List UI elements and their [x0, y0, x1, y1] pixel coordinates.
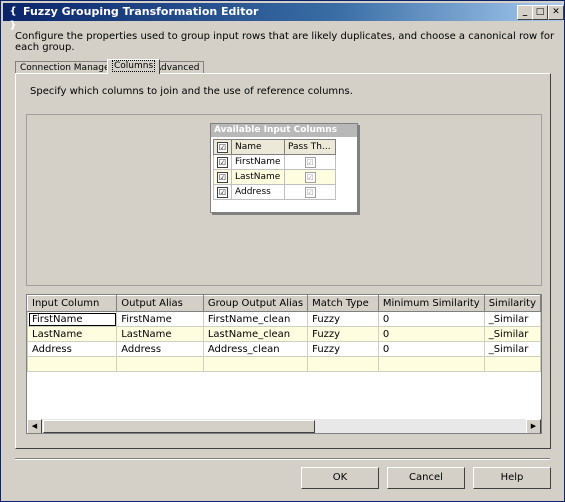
- cancel-button[interactable]: Cancel: [387, 467, 465, 489]
- available-column-row[interactable]: ☑ FirstName ☑: [213, 154, 336, 170]
- header-match-type[interactable]: Match Type: [307, 295, 379, 312]
- editor-window: { } Fuzzy Grouping Transformation Editor…: [0, 0, 565, 502]
- match-type-cell[interactable]: Fuzzy: [307, 311, 379, 327]
- available-column-row[interactable]: ☑ Address ☑: [213, 184, 336, 200]
- available-input-columns-title: Available Input Columns: [211, 124, 357, 137]
- similarity-cell[interactable]: _Similar: [483, 311, 541, 327]
- minimum-similarity-cell[interactable]: 0: [377, 341, 485, 357]
- columns-tab-panel: Specify which columns to join and the us…: [15, 73, 551, 449]
- similarity-cell[interactable]: _Similar: [483, 341, 541, 357]
- column-checkbox[interactable]: ☑: [213, 169, 232, 185]
- header-output-alias[interactable]: Output Alias: [116, 295, 204, 312]
- name-column-header: Name: [231, 139, 285, 155]
- header-minimum-similarity[interactable]: Minimum Similarity: [377, 295, 485, 312]
- header-group-output-alias[interactable]: Group Output Alias: [202, 295, 309, 312]
- header-input-column[interactable]: Input Column: [27, 295, 118, 312]
- group-output-alias-cell[interactable]: Address_clean: [202, 341, 309, 357]
- horizontal-scrollbar[interactable]: ◀ ▶: [27, 419, 541, 433]
- column-mapping-table: Input Column Output Alias Group Output A…: [27, 295, 541, 372]
- scrollbar-thumb[interactable]: [43, 420, 315, 433]
- available-column-row[interactable]: ☑ LastName ☑: [213, 169, 336, 185]
- tab-columns-label: Columns: [112, 60, 156, 72]
- group-output-alias-cell[interactable]: FirstName_clean: [202, 311, 309, 327]
- match-type-cell[interactable]: [307, 356, 379, 372]
- available-columns-table: ☑ Name Pass Th... ☑ FirstName ☑ ☑ LastNa…: [213, 139, 336, 200]
- app-icon: { }: [9, 6, 17, 31]
- similarity-cell[interactable]: [483, 356, 541, 372]
- dialog-description: Configure the properties used to group i…: [15, 31, 555, 53]
- input-column-cell[interactable]: [27, 356, 118, 372]
- output-alias-cell[interactable]: Address: [116, 341, 204, 357]
- column-designer-area[interactable]: Available Input Columns ☑ Name Pass Th..…: [26, 114, 542, 286]
- scroll-left-icon[interactable]: ◀: [27, 419, 42, 433]
- available-input-columns-box[interactable]: Available Input Columns ☑ Name Pass Th..…: [210, 123, 358, 213]
- input-column-cell[interactable]: FirstName: [27, 311, 118, 327]
- minimum-similarity-cell[interactable]: 0: [377, 326, 485, 342]
- grid-header-row: Input Column Output Alias Group Output A…: [27, 295, 541, 312]
- table-row[interactable]: LastName LastName LastName_clean Fuzzy 0…: [27, 326, 541, 342]
- column-mapping-grid[interactable]: Input Column Output Alias Group Output A…: [26, 294, 542, 434]
- column-checkbox[interactable]: ☑: [213, 154, 232, 170]
- close-button[interactable]: ✕: [548, 5, 564, 20]
- available-columns-header-row: ☑ Name Pass Th...: [213, 139, 336, 155]
- window-title: Fuzzy Grouping Transformation Editor: [23, 5, 259, 18]
- footer-divider: [15, 458, 550, 460]
- table-row[interactable]: Address Address Address_clean Fuzzy 0 _S…: [27, 341, 541, 357]
- input-column-cell[interactable]: LastName: [27, 326, 118, 342]
- output-alias-cell[interactable]: LastName: [116, 326, 204, 342]
- output-alias-cell[interactable]: [116, 356, 204, 372]
- maximize-button[interactable]: □: [532, 5, 548, 20]
- pass-through-checkbox[interactable]: ☑: [284, 154, 336, 170]
- table-row[interactable]: FirstName FirstName FirstName_clean Fuzz…: [27, 311, 541, 327]
- column-checkbox[interactable]: ☑: [213, 184, 232, 200]
- table-row-new[interactable]: [27, 356, 541, 372]
- match-type-cell[interactable]: Fuzzy: [307, 341, 379, 357]
- ok-button[interactable]: OK: [301, 467, 379, 489]
- column-name: Address: [231, 184, 285, 200]
- pass-through-checkbox[interactable]: ☑: [284, 169, 336, 185]
- input-column-cell[interactable]: Address: [27, 341, 118, 357]
- header-similarity[interactable]: Similarity: [483, 295, 541, 312]
- minimum-similarity-cell[interactable]: [377, 356, 485, 372]
- scroll-right-icon[interactable]: ▶: [526, 419, 541, 433]
- match-type-cell[interactable]: Fuzzy: [307, 326, 379, 342]
- select-all-checkbox[interactable]: ☑: [213, 139, 232, 155]
- output-alias-cell[interactable]: FirstName: [116, 311, 204, 327]
- pass-through-column-header: Pass Th...: [284, 139, 336, 155]
- minimum-similarity-cell[interactable]: 0: [377, 311, 485, 327]
- minimize-button[interactable]: _: [517, 5, 533, 20]
- panel-instructions: Specify which columns to join and the us…: [30, 86, 353, 97]
- group-output-alias-cell[interactable]: [202, 356, 309, 372]
- help-button[interactable]: Help: [473, 467, 551, 489]
- column-name: LastName: [231, 169, 285, 185]
- column-name: FirstName: [231, 154, 285, 170]
- title-bar[interactable]: { } Fuzzy Grouping Transformation Editor…: [3, 3, 564, 31]
- pass-through-checkbox[interactable]: ☑: [284, 184, 336, 200]
- similarity-cell[interactable]: _Similar: [483, 326, 541, 342]
- group-output-alias-cell[interactable]: LastName_clean: [202, 326, 309, 342]
- tab-columns[interactable]: Columns: [107, 59, 161, 74]
